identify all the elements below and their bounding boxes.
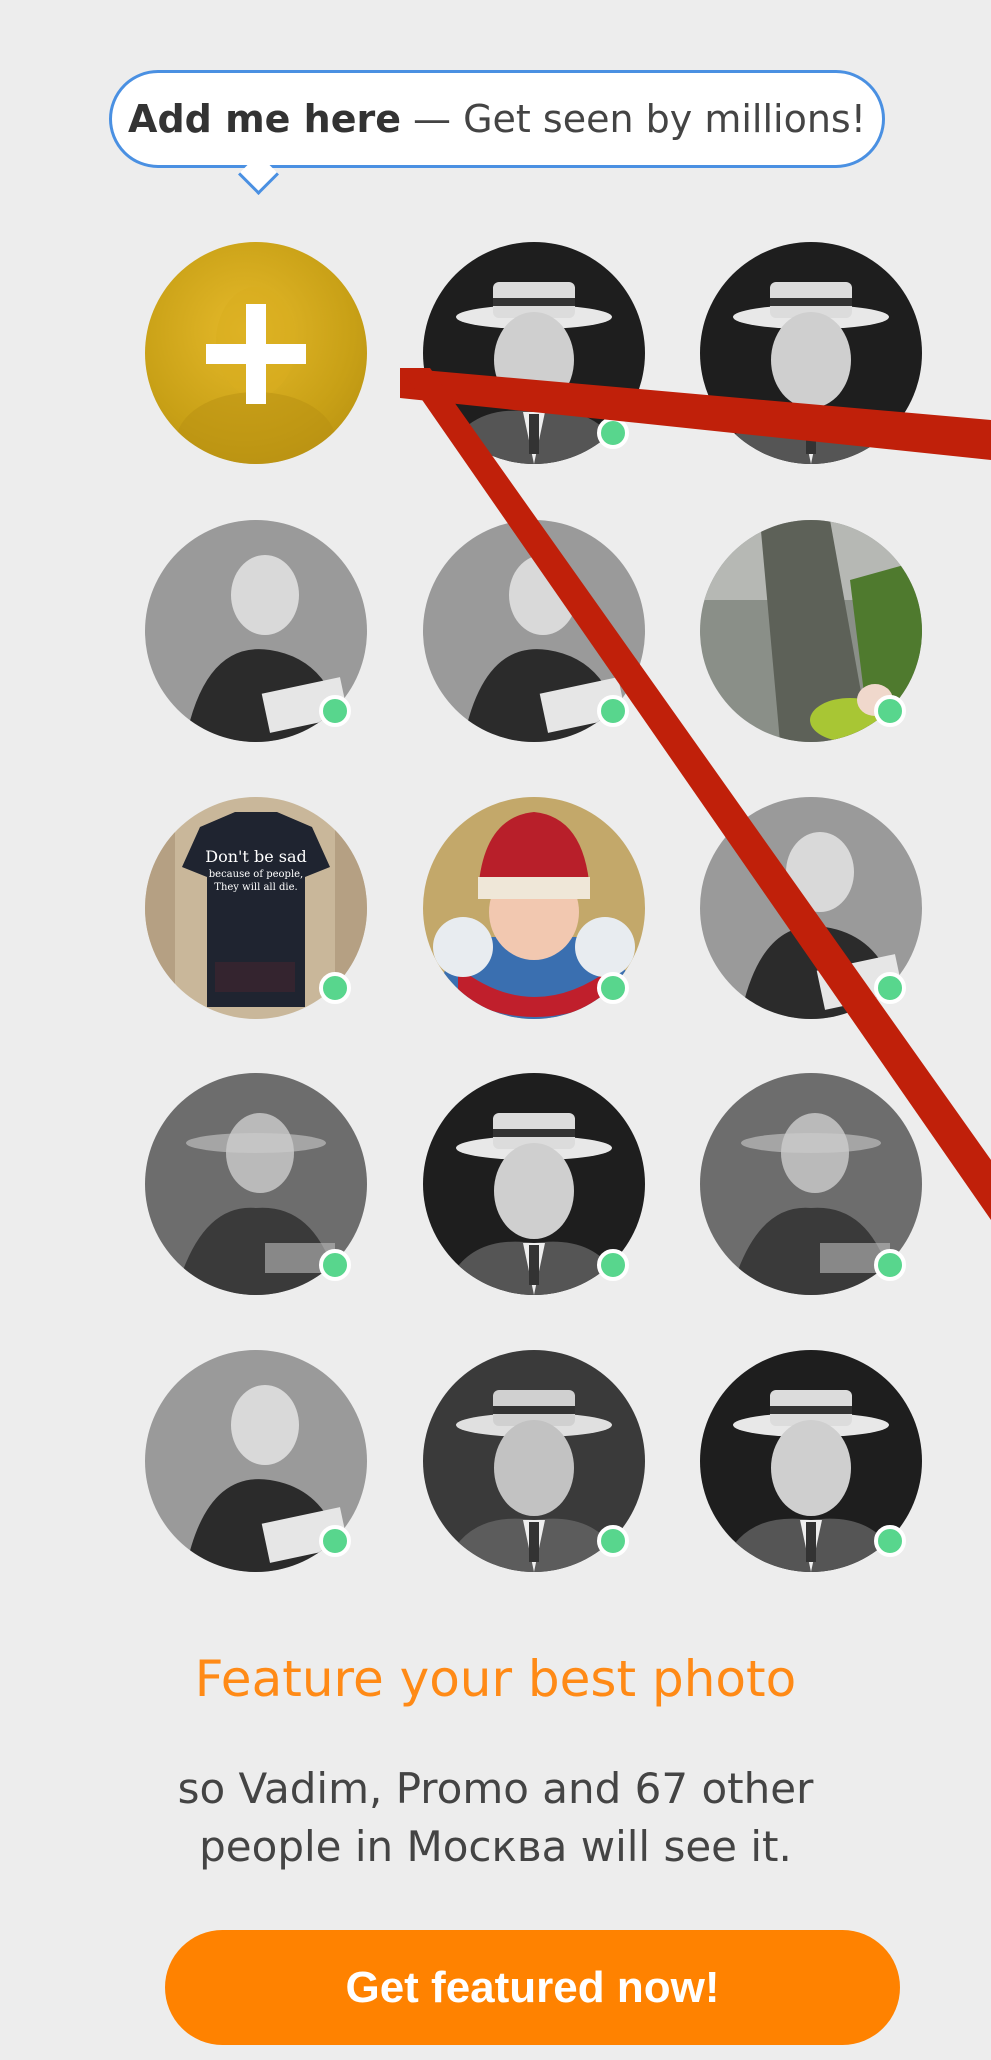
feature-description: so Vadim, Promo and 67 other people in М… (150, 1760, 841, 1876)
online-indicator (874, 695, 906, 727)
online-indicator (874, 972, 906, 1004)
online-indicator (319, 695, 351, 727)
online-indicator (597, 1249, 629, 1281)
online-indicator (874, 417, 906, 449)
online-indicator (597, 695, 629, 727)
online-indicator (319, 972, 351, 1004)
feature-description-line2: people in Москва will see it. (199, 1822, 792, 1871)
plus-icon (176, 287, 336, 464)
online-indicator (597, 1525, 629, 1557)
feature-description-line1: so Vadim, Promo and 67 other (177, 1764, 814, 1813)
feature-title: Feature your best photo (194, 1650, 797, 1708)
get-seen-tooltip: Add me here — Get seen by millions! (109, 70, 885, 168)
online-indicator (319, 1525, 351, 1557)
tshirt-text-line3: They will all die. (214, 882, 297, 893)
online-indicator (597, 417, 629, 449)
online-indicator (874, 1525, 906, 1557)
get-featured-button[interactable]: Get featured now! (165, 1930, 900, 2045)
online-indicator (597, 972, 629, 1004)
tooltip-bold-text: Add me here (128, 97, 402, 141)
tshirt-text-line2: because of people, (209, 869, 304, 880)
add-me-button[interactable] (145, 242, 367, 464)
tooltip-text: — Get seen by millions! (413, 97, 866, 141)
tshirt-text-line1: Don't be sad (205, 847, 306, 866)
online-indicator (874, 1249, 906, 1281)
online-indicator (319, 1249, 351, 1281)
